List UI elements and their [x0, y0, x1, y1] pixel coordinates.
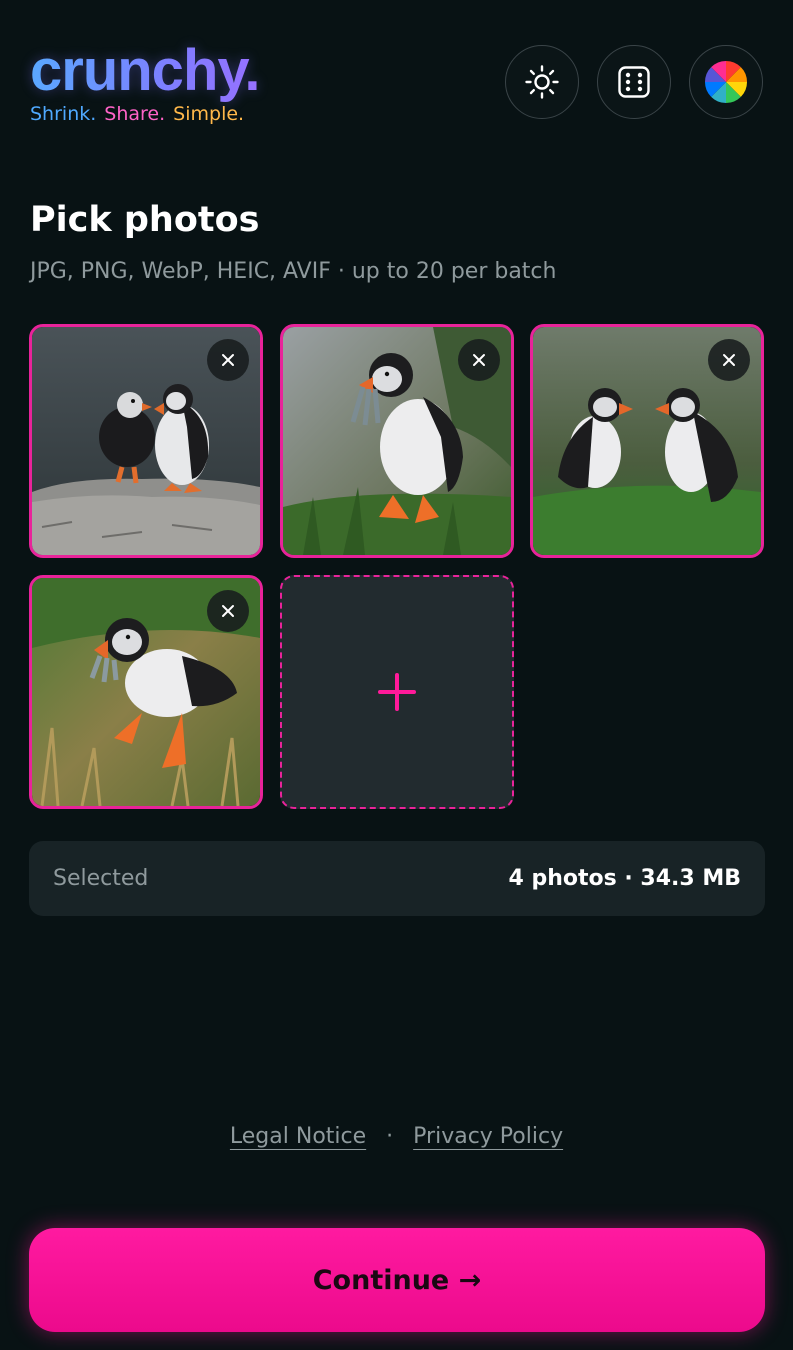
remove-photo-button[interactable]	[207, 339, 249, 381]
random-button[interactable]	[597, 45, 671, 119]
remove-photo-button[interactable]	[708, 339, 750, 381]
tagline-shrink: Shrink.	[30, 103, 97, 125]
privacy-policy-link[interactable]: Privacy Policy	[413, 1124, 563, 1149]
close-icon	[222, 605, 234, 617]
remove-photo-button[interactable]	[458, 339, 500, 381]
plus-icon	[378, 673, 416, 711]
add-photo-button[interactable]	[280, 575, 514, 809]
close-icon	[473, 354, 485, 366]
photo-tile[interactable]	[530, 324, 764, 558]
page-title: Pick photos	[30, 200, 260, 240]
tagline-share: Share.	[104, 103, 166, 125]
footer-separator: ·	[386, 1124, 394, 1149]
legal-notice-link[interactable]: Legal Notice	[230, 1124, 366, 1149]
continue-button[interactable]: Continue →	[29, 1228, 765, 1332]
close-icon	[723, 354, 735, 366]
footer-links: Legal Notice · Privacy Policy	[0, 1124, 793, 1149]
summary-label: Selected	[53, 866, 149, 891]
theme-toggle-button[interactable]	[505, 45, 579, 119]
photo-tile[interactable]	[29, 324, 263, 558]
photo-tile[interactable]	[29, 575, 263, 809]
summary-value: 4 photos · 34.3 MB	[508, 866, 742, 891]
brand-logo: crunchy. Shrink. Share. Simple.	[30, 40, 290, 126]
sun-icon	[525, 65, 559, 99]
brand-tagline: Shrink. Share. Simple.	[30, 102, 290, 126]
close-icon	[222, 354, 234, 366]
accent-color-button[interactable]	[689, 45, 763, 119]
dice-icon	[618, 66, 650, 98]
selection-summary: Selected 4 photos · 34.3 MB	[29, 841, 765, 916]
remove-photo-button[interactable]	[207, 590, 249, 632]
tagline-simple: Simple.	[173, 103, 245, 125]
page-subtitle: JPG, PNG, WebP, HEIC, AVIF · up to 20 pe…	[30, 259, 557, 284]
color-wheel-icon	[705, 61, 747, 103]
brand-name: crunchy.	[30, 40, 290, 102]
photo-tile[interactable]	[280, 324, 514, 558]
